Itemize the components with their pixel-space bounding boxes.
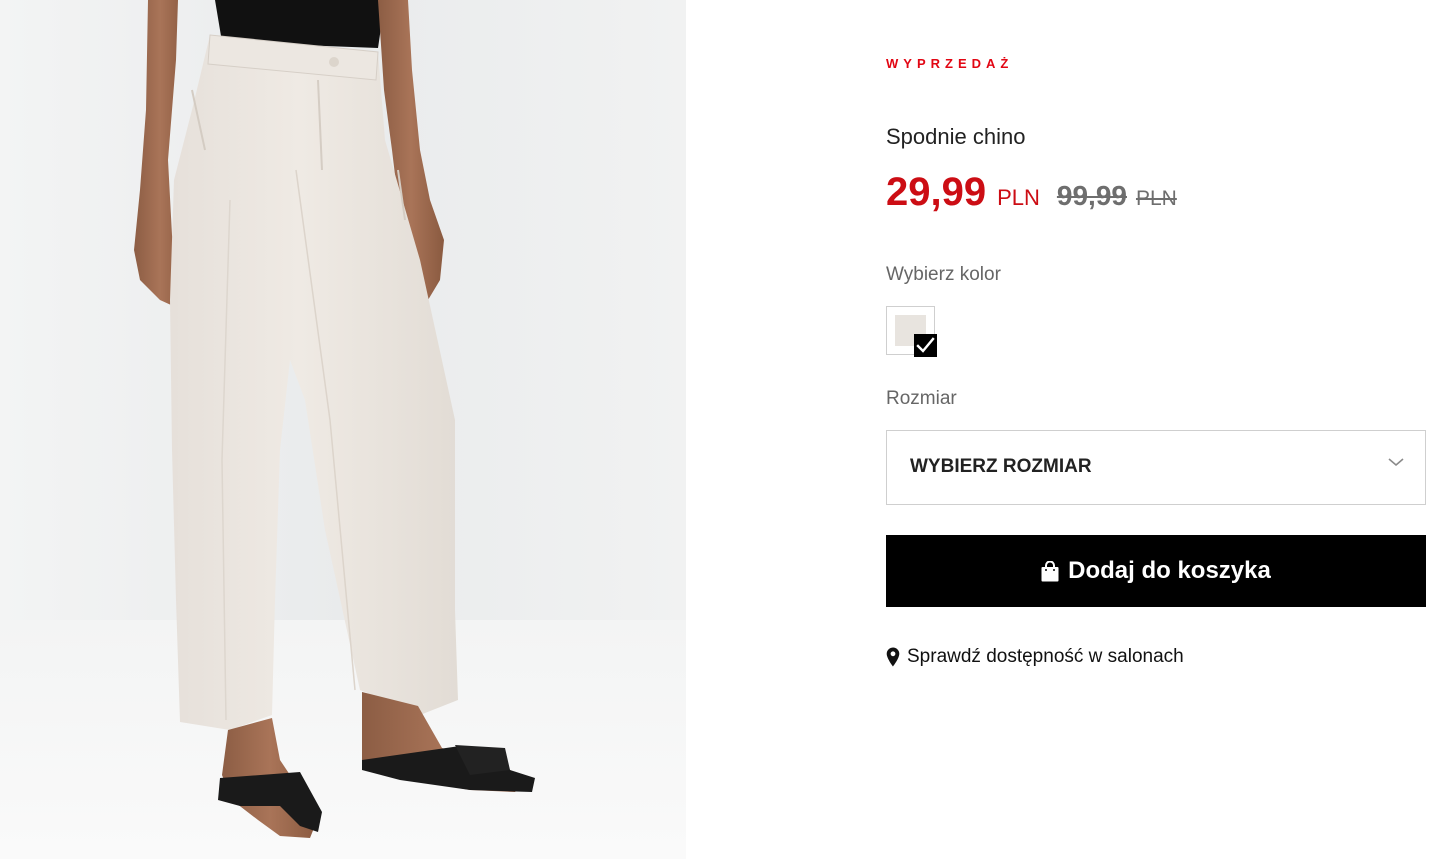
- product-info-panel: WYPRZEDAŻ Spodnie chino 29,99 PLN 99,99 …: [886, 0, 1426, 859]
- color-label: Wybierz kolor: [886, 264, 1001, 285]
- current-price-currency: PLN: [997, 185, 1040, 210]
- store-availability-link[interactable]: Sprawdź dostępność w salonach: [886, 646, 1184, 668]
- price-row: 29,99 PLN 99,99 PLN: [886, 170, 1177, 215]
- sale-badge: WYPRZEDAŻ: [886, 56, 1014, 71]
- check-icon: [914, 334, 937, 357]
- old-price-currency: PLN: [1135, 187, 1177, 210]
- size-select[interactable]: WYBIERZ ROZMIAR: [886, 430, 1426, 505]
- old-price: 99,99: [1056, 180, 1127, 211]
- current-price: 29,99: [886, 170, 987, 214]
- add-to-cart-button[interactable]: Dodaj do koszyka: [886, 535, 1426, 607]
- product-photo-illustration: [0, 0, 686, 859]
- shopping-bag-icon: [1041, 560, 1059, 581]
- color-swatch-selected[interactable]: [886, 306, 937, 357]
- store-availability-label: Sprawdź dostępność w salonach: [907, 646, 1184, 667]
- product-page: WYPRZEDAŻ Spodnie chino 29,99 PLN 99,99 …: [0, 0, 1435, 859]
- product-photo[interactable]: [0, 0, 686, 859]
- add-to-cart-label: Dodaj do koszyka: [1068, 557, 1271, 584]
- product-title: Spodnie chino: [886, 124, 1026, 149]
- chevron-down-icon: [1388, 458, 1404, 467]
- map-pin-icon: [886, 647, 900, 667]
- size-label: Rozmiar: [886, 388, 957, 409]
- size-select-value: WYBIERZ ROZMIAR: [910, 456, 1092, 477]
